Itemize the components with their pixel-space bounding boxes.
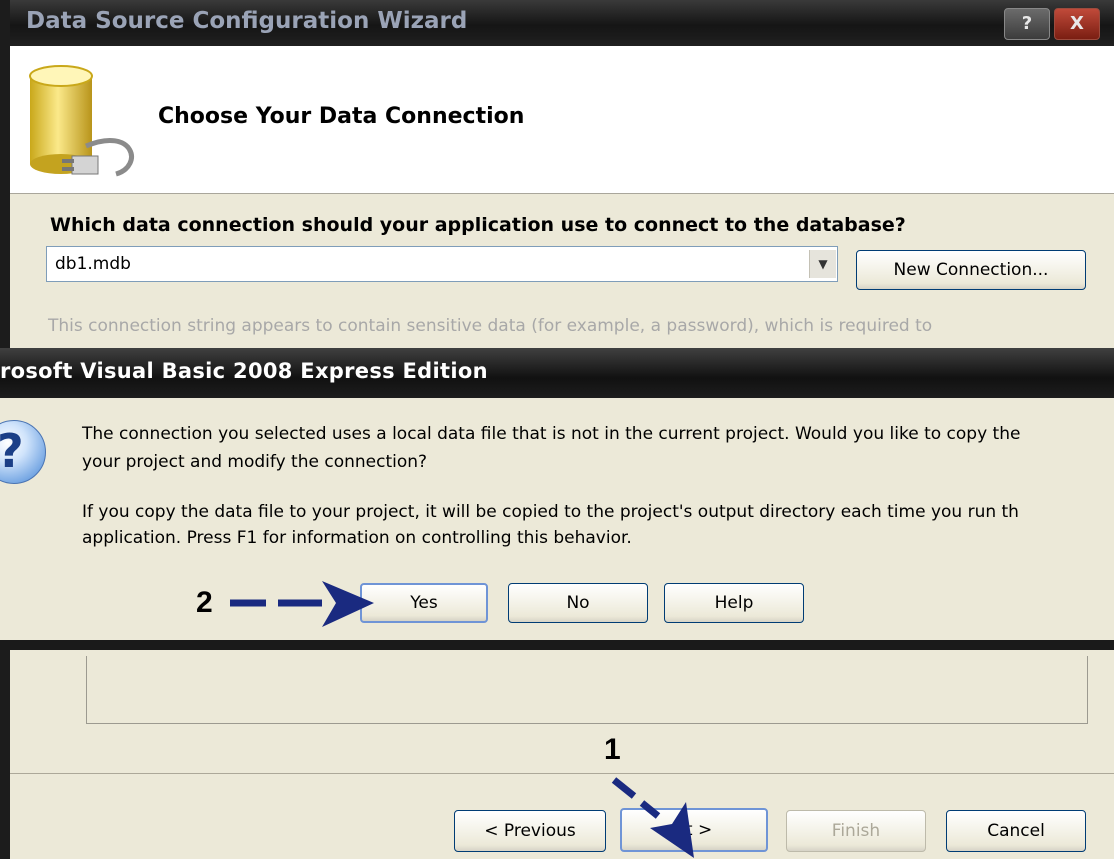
help-title-button[interactable]: ? bbox=[1004, 8, 1050, 40]
messagebox-title: rosoft Visual Basic 2008 Express Edition bbox=[0, 359, 488, 383]
wizard-header: Choose Your Data Connection bbox=[10, 46, 1114, 194]
step-1-arrow-icon bbox=[611, 777, 694, 858]
close-title-button[interactable]: X bbox=[1054, 8, 1100, 40]
message-line-2: your project and modify the connection? bbox=[82, 452, 428, 472]
no-button[interactable]: No bbox=[508, 583, 648, 623]
new-connection-button[interactable]: New Connection... bbox=[856, 250, 1086, 290]
wizard-title-bar[interactable]: Data Source Configuration Wizard ? X bbox=[10, 0, 1114, 46]
message-line-4: application. Press F1 for information on… bbox=[82, 528, 632, 548]
help-icon: ? bbox=[1021, 13, 1033, 34]
previous-button[interactable]: < Previous bbox=[454, 810, 606, 852]
step-2-label: 2 bbox=[196, 586, 213, 619]
sensitive-data-text: This connection string appears to contai… bbox=[48, 316, 933, 336]
dropdown-arrow-icon[interactable]: ▼ bbox=[809, 250, 836, 278]
messagebox-title-bar[interactable]: rosoft Visual Basic 2008 Express Edition bbox=[0, 348, 1114, 398]
close-icon: X bbox=[1070, 13, 1084, 34]
finish-button[interactable]: Finish bbox=[786, 810, 926, 852]
connection-string-box bbox=[86, 656, 1088, 724]
messagebox-bottom-edge bbox=[0, 640, 1114, 650]
step-1-label: 1 bbox=[604, 733, 621, 766]
wizard-title: Data Source Configuration Wizard bbox=[26, 8, 468, 34]
step-2-arrow-icon bbox=[230, 581, 374, 627]
help-button[interactable]: Help bbox=[664, 583, 804, 623]
button-separator bbox=[10, 773, 1114, 774]
header-title: Choose Your Data Connection bbox=[158, 104, 525, 129]
yes-button[interactable]: Yes bbox=[360, 583, 488, 623]
database-plug-icon bbox=[29, 65, 134, 177]
cancel-button[interactable]: Cancel bbox=[946, 810, 1086, 852]
connection-combobox[interactable]: db1.mdb ▼ bbox=[46, 246, 838, 282]
connection-question: Which data connection should your applic… bbox=[50, 214, 906, 236]
connection-value: db1.mdb bbox=[55, 254, 131, 274]
message-line-1: The connection you selected uses a local… bbox=[82, 424, 1021, 444]
message-line-3: If you copy the data file to your projec… bbox=[82, 502, 1019, 522]
